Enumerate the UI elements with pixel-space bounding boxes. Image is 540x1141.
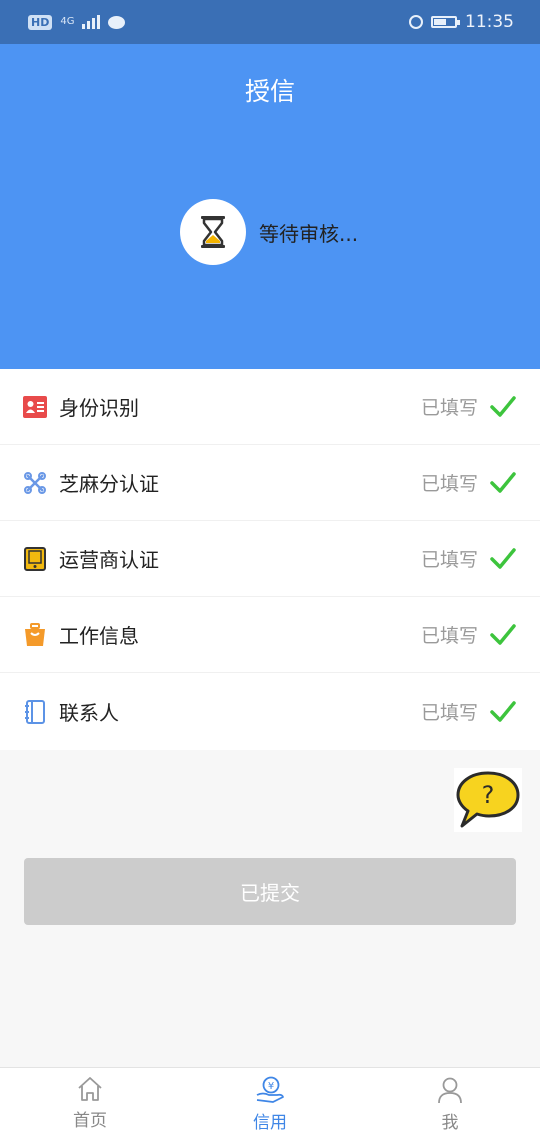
hourglass-icon	[180, 199, 246, 265]
review-status-text: 等待审核...	[259, 221, 359, 246]
sesame-icon	[22, 470, 48, 496]
user-icon	[438, 1077, 462, 1104]
tab-label: 我	[441, 1113, 459, 1133]
help-icon: ?	[456, 771, 520, 828]
list-item-label: 身份识别	[59, 396, 139, 420]
check-icon	[490, 623, 516, 645]
network-type: 4G	[60, 16, 75, 27]
header-banner: 授信 等待审核...	[0, 44, 540, 369]
check-icon	[490, 700, 516, 722]
list-item-contacts[interactable]: 联系人 已填写	[0, 673, 540, 750]
tab-label: 首页	[73, 1111, 107, 1131]
svg-text:¥: ¥	[268, 1081, 274, 1092]
check-icon	[490, 395, 516, 417]
credit-item-list: 身份识别 已填写 芝麻分认证 已填写 运营商认证 已填写 工作信息 已填写 联系…	[0, 369, 540, 750]
clock: 11:35	[465, 12, 514, 32]
credit-icon: ¥	[256, 1076, 284, 1103]
submit-button[interactable]: 已提交	[24, 858, 516, 925]
bottom-tab-bar: 首页 ¥ 信用 我	[0, 1067, 540, 1141]
list-item-identity[interactable]: 身份识别 已填写	[0, 369, 540, 445]
home-icon	[78, 1077, 102, 1101]
alarm-icon	[409, 15, 423, 29]
list-item-sesame[interactable]: 芝麻分认证 已填写	[0, 445, 540, 521]
list-item-status: 已填写	[420, 625, 478, 647]
check-icon	[490, 471, 516, 493]
status-bar: HD 4G 11:35	[0, 0, 540, 44]
hd-badge: HD	[28, 14, 53, 30]
list-item-label: 芝麻分认证	[59, 472, 159, 496]
tab-credit[interactable]: ¥ 信用	[180, 1068, 360, 1141]
contacts-book-icon	[22, 699, 48, 725]
help-symbol: ?	[482, 781, 495, 809]
help-bubble-button[interactable]: ?	[454, 768, 522, 832]
review-status: 等待审核...	[180, 199, 358, 265]
list-item-label: 联系人	[59, 701, 119, 725]
list-item-carrier[interactable]: 运营商认证 已填写	[0, 521, 540, 597]
tab-me[interactable]: 我	[360, 1068, 540, 1141]
tab-label: 信用	[253, 1113, 287, 1133]
list-item-status: 已填写	[420, 549, 478, 571]
status-bar-left: HD 4G	[28, 14, 126, 30]
list-item-label: 运营商认证	[59, 548, 159, 572]
list-item-label: 工作信息	[59, 624, 139, 648]
id-card-icon	[22, 394, 48, 420]
message-icon	[108, 15, 126, 29]
list-item-status: 已填写	[420, 473, 478, 495]
tab-home[interactable]: 首页	[0, 1068, 180, 1141]
list-item-status: 已填写	[420, 397, 478, 419]
signal-icon	[82, 15, 101, 29]
briefcase-icon	[22, 622, 48, 648]
page-title: 授信	[244, 77, 295, 106]
phone-icon	[22, 546, 48, 572]
list-item-work[interactable]: 工作信息 已填写	[0, 597, 540, 673]
check-icon	[490, 547, 516, 569]
status-bar-right: 11:35	[409, 12, 514, 32]
battery-icon	[431, 16, 460, 28]
list-item-status: 已填写	[420, 702, 478, 724]
